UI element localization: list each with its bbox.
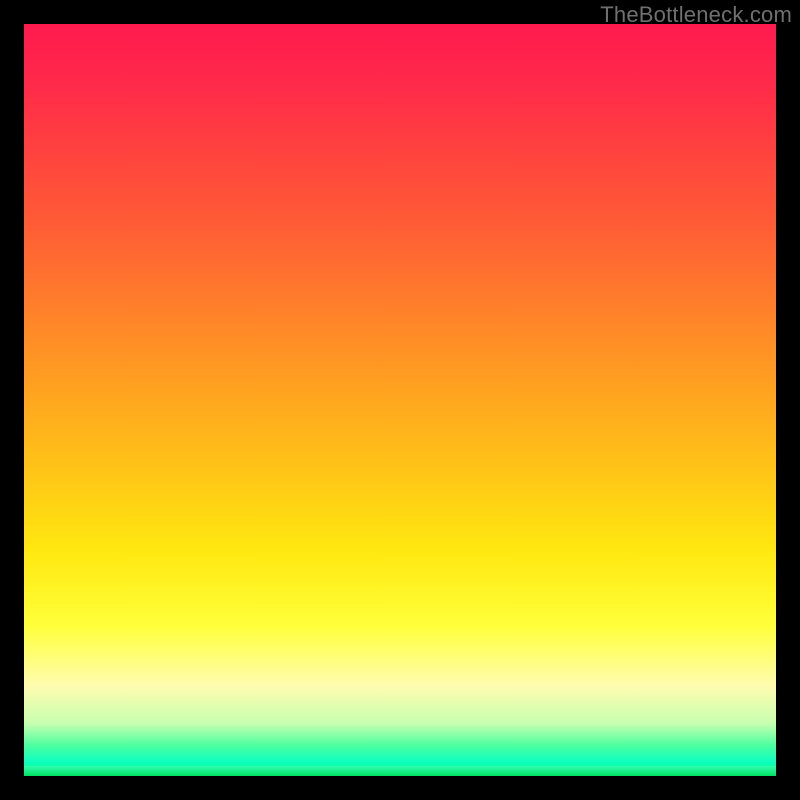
green-baseline-strip	[24, 766, 776, 776]
plot-area	[24, 24, 776, 776]
chart-frame: TheBottleneck.com	[0, 0, 800, 800]
heat-gradient-bg	[24, 24, 776, 776]
